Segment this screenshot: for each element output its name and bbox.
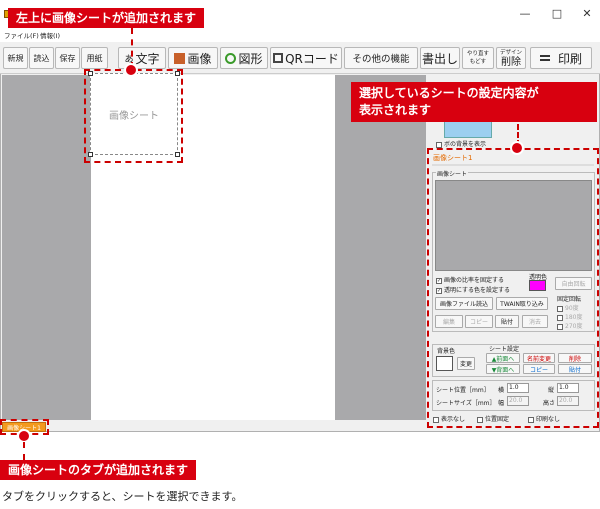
clear-button[interactable]: 消去 [522, 315, 548, 328]
twain-button[interactable]: TWAIN取り込み [496, 297, 548, 310]
width-label: 幅 [498, 400, 505, 407]
copy-button[interactable]: コピー [465, 315, 493, 328]
callout-line [23, 442, 25, 460]
callout-marker-icon [17, 429, 31, 443]
paste-button[interactable]: 貼付 [495, 315, 519, 328]
shape-button[interactable]: 図形 [220, 47, 268, 69]
other-functions-button[interactable]: その他の機能 [344, 47, 418, 69]
pos-y-label: 縦 [548, 387, 555, 394]
image-group-label: 画像シート [436, 169, 469, 178]
callout-panel: 選択しているシートの設定内容が 表示されます [351, 82, 597, 122]
undo-label[interactable]: もどす [470, 58, 486, 66]
height-label: 高さ [543, 400, 556, 407]
print-button[interactable]: 印刷 [530, 47, 592, 69]
callout-note: タブをクリックすると、シートを選択できます。 [2, 490, 243, 503]
qr-label: QRコード [285, 51, 339, 66]
bring-front-button[interactable]: ▲前面へ [486, 353, 520, 363]
image-icon [174, 52, 186, 64]
free-rotate-button[interactable]: 自由回転 [555, 277, 592, 290]
print-icon [539, 55, 550, 61]
rotate-270[interactable]: 270度 [557, 321, 582, 330]
transparent-check[interactable]: ✓ 透明にする色を設定する [436, 285, 510, 294]
save-button[interactable]: 保存 [55, 47, 80, 69]
export-button[interactable]: 書出し [420, 47, 460, 69]
panel-title: 画像シート1 [433, 154, 473, 162]
rotate-90[interactable]: 90度 [557, 303, 579, 312]
hide-check[interactable]: 表示なし [433, 414, 465, 423]
pos-y-input[interactable]: 1.0 [557, 383, 579, 393]
transparent-color-swatch[interactable] [529, 280, 546, 291]
callout-marker-icon [510, 141, 524, 155]
copy-sheet-button[interactable]: コピー [523, 364, 555, 374]
redo-label[interactable]: やり直す [467, 50, 489, 58]
pos-x-input[interactable]: 1.0 [507, 383, 529, 393]
qr-icon [273, 53, 284, 63]
callout-panel-line2: 表示されます [359, 103, 432, 117]
rename-button[interactable]: 名前変更 [523, 353, 555, 363]
bg-color-swatch[interactable] [436, 356, 453, 371]
fixed-rotate-label: 固定回転 [557, 296, 582, 303]
highlight-sheet [84, 69, 183, 163]
position-label: シート位置［mm］ [436, 387, 490, 394]
sheet-settings-label: シート設定 [489, 346, 520, 353]
fix-ratio-check[interactable]: ✓ 画像の比率を固定する [436, 275, 504, 284]
menu-bar: ファイル(F) 情報(I) [0, 28, 600, 42]
close-button[interactable]: ✕ [572, 7, 600, 20]
maximize-button[interactable]: □ [542, 7, 572, 20]
edit-button[interactable]: 編集 [435, 315, 463, 328]
delete-design-button[interactable]: デザイン 削除 [496, 47, 526, 69]
load-button[interactable]: 読込 [29, 47, 54, 69]
lock-position-check[interactable]: 位置固定 [477, 414, 509, 423]
rotate-180[interactable]: 180度 [557, 312, 582, 321]
callout-line [131, 28, 133, 68]
new-button[interactable]: 新規 [3, 47, 28, 69]
image-button[interactable]: 画像 [168, 47, 218, 69]
load-image-file-button[interactable]: 画像ファイル読込 [435, 297, 493, 310]
menu-info[interactable]: 情報(I) [40, 30, 60, 40]
text-label: 文字 [135, 51, 160, 66]
bg-change-button[interactable]: 変更 [457, 357, 475, 370]
send-back-button[interactable]: ▼背面へ [486, 364, 520, 374]
width-input[interactable]: 20.0 [507, 396, 529, 406]
paste-sheet-button[interactable]: 貼付 [558, 364, 592, 374]
paper-button[interactable]: 用紙 [81, 47, 108, 69]
redo-undo-button[interactable]: やり直す もどす [462, 47, 494, 69]
shape-label: 図形 [238, 51, 263, 66]
circle-icon [225, 52, 237, 64]
no-print-check[interactable]: 印刷なし [528, 414, 560, 423]
print-label: 印刷 [557, 51, 582, 66]
callout-top-left: 左上に画像シートが追加されます [8, 8, 205, 28]
show-bg-check[interactable]: ボの背景を表示 [436, 139, 486, 148]
delete-label: 削除 [501, 57, 521, 68]
bg-color-label: 背景色 [437, 348, 456, 355]
callout-marker-icon [124, 63, 138, 77]
qr-button[interactable]: QRコード [270, 47, 342, 69]
image-preview[interactable] [435, 180, 592, 271]
image-label: 画像 [187, 51, 212, 66]
callout-tab: 画像シートのタブが追加されます [0, 460, 197, 480]
minimize-button[interactable]: — [510, 7, 540, 20]
callout-panel-line1: 選択しているシートの設定内容が [359, 86, 539, 100]
panel-divider [432, 164, 594, 166]
height-input[interactable]: 20.0 [557, 396, 579, 406]
menu-file[interactable]: ファイル(F) [4, 30, 39, 40]
pos-x-label: 横 [498, 387, 505, 394]
size-label: シートサイズ［mm］ [436, 400, 496, 407]
delete-sheet-button[interactable]: 削除 [558, 353, 592, 363]
